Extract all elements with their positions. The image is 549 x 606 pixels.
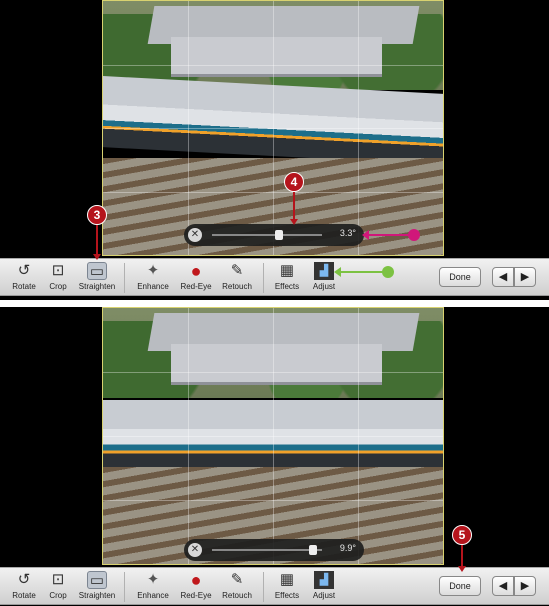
straighten-label: Straighten	[78, 591, 116, 600]
callout-step-4: 4	[284, 172, 304, 192]
callout-step-5: 5	[452, 525, 472, 545]
arrow-left-icon: ◀	[498, 271, 508, 283]
done-button[interactable]: Done	[439, 267, 481, 287]
enhance-button[interactable]: ✦ Enhance	[131, 570, 175, 604]
callout-arrowhead	[290, 219, 298, 225]
grid-line	[103, 191, 443, 193]
red-eye-label: Red-Eye	[180, 282, 212, 291]
red-eye-label: Red-Eye	[180, 591, 212, 600]
crop-icon: ⊡	[51, 262, 65, 279]
red-eye-icon: ●	[190, 261, 202, 281]
grid-line	[103, 372, 443, 373]
enhance-label: Enhance	[137, 591, 169, 600]
next-photo-button[interactable]: ▶	[514, 576, 536, 596]
crop-label: Crop	[49, 591, 67, 600]
toolbar-divider	[124, 263, 125, 293]
adjust-label: Adjust	[312, 591, 336, 600]
adjust-label: Adjust	[312, 282, 336, 291]
callout-leader	[96, 225, 98, 255]
arrow-left-icon: ◀	[498, 580, 508, 592]
callout-leader	[461, 545, 463, 567]
rotate-icon: ↺	[17, 571, 31, 588]
enhance-wand-icon: ✦	[146, 571, 160, 588]
callout-leader	[293, 192, 295, 220]
grid-line	[103, 128, 443, 129]
straighten-value: 3.3°	[339, 228, 356, 238]
retouch-button[interactable]: ✎ Retouch	[215, 261, 259, 295]
toolbar-divider	[263, 572, 264, 602]
enhance-button[interactable]: ✦ Enhance	[131, 261, 175, 295]
green-pointer-arrow	[334, 266, 394, 278]
pointer-dot	[408, 229, 420, 241]
pointer-arrowhead	[334, 267, 341, 277]
photo-canvas[interactable]	[102, 307, 444, 565]
crop-button[interactable]: ⊡ Crop	[36, 570, 80, 604]
photo-station	[171, 343, 382, 385]
adjust-histogram-icon: ▟	[314, 262, 334, 280]
red-eye-button[interactable]: ● Red-Eye	[174, 570, 218, 604]
arrow-right-icon: ▶	[520, 271, 530, 283]
retouch-brush-icon: ✎	[230, 571, 244, 588]
straighten-label: Straighten	[78, 282, 116, 291]
straighten-button[interactable]: ▭ Straighten	[75, 261, 119, 295]
retouch-label: Retouch	[222, 282, 252, 291]
straighten-slider-hud: ✕ 3.3°	[184, 224, 364, 246]
effects-grid-icon: ▦	[279, 262, 295, 279]
callout-step-3: 3	[87, 205, 107, 225]
retouch-button[interactable]: ✎ Retouch	[215, 570, 259, 604]
grid-line	[103, 436, 443, 437]
straighten-value: 9.9°	[339, 543, 356, 553]
straighten-icon: ▭	[87, 571, 107, 589]
close-icon[interactable]: ✕	[188, 543, 202, 557]
crop-button[interactable]: ⊡ Crop	[36, 261, 80, 295]
straighten-button[interactable]: ▭ Straighten	[75, 570, 119, 604]
arrow-right-icon: ▶	[520, 580, 530, 592]
crop-icon: ⊡	[51, 571, 65, 588]
red-eye-button[interactable]: ● Red-Eye	[174, 261, 218, 295]
photo-station	[171, 36, 382, 78]
close-icon[interactable]: ✕	[188, 228, 202, 242]
edit-toolbar: ↺ Rotate ⊡ Crop ▭ Straighten ✦ Enhance ●…	[0, 567, 549, 605]
straighten-slider-track[interactable]	[212, 545, 322, 555]
retouch-label: Retouch	[222, 591, 252, 600]
effects-grid-icon: ▦	[279, 571, 295, 588]
crop-label: Crop	[49, 282, 67, 291]
pointer-arrowhead	[362, 230, 369, 240]
grid-line	[103, 64, 443, 66]
adjust-histogram-icon: ▟	[314, 571, 334, 589]
bottom-editor-panel: ✕ 9.9° ↺ Rotate ⊡ Crop ▭ Straighten ✦ En…	[0, 307, 549, 606]
enhance-label: Enhance	[137, 282, 169, 291]
straighten-slider-knob[interactable]	[275, 230, 284, 240]
toolbar-divider	[124, 572, 125, 602]
red-eye-icon: ●	[190, 570, 202, 590]
toolbar-divider	[263, 263, 264, 293]
photo-canvas[interactable]	[102, 0, 444, 256]
done-button[interactable]: Done	[439, 576, 481, 596]
next-photo-button[interactable]: ▶	[514, 267, 536, 287]
straighten-slider-hud: ✕ 9.9°	[184, 539, 364, 561]
enhance-wand-icon: ✦	[146, 262, 160, 279]
straighten-slider-track[interactable]	[212, 230, 322, 240]
pink-pointer-arrow	[362, 229, 420, 241]
edit-toolbar: ↺ Rotate ⊡ Crop ▭ Straighten ✦ Enhance ●…	[0, 258, 549, 296]
top-editor-panel: ✕ 3.3° ↺ Rotate ⊡ Crop ▭ Straighten ✦ En…	[0, 0, 549, 300]
straighten-slider-knob[interactable]	[308, 545, 317, 555]
grid-line	[103, 500, 443, 501]
rotate-icon: ↺	[17, 262, 31, 279]
previous-photo-button[interactable]: ◀	[492, 576, 514, 596]
retouch-brush-icon: ✎	[230, 262, 244, 279]
callout-arrowhead	[458, 566, 466, 572]
pointer-dot	[382, 266, 394, 278]
callout-arrowhead	[93, 254, 101, 260]
straighten-icon: ▭	[87, 262, 107, 280]
adjust-button[interactable]: ▟ Adjust	[302, 570, 346, 604]
previous-photo-button[interactable]: ◀	[492, 267, 514, 287]
